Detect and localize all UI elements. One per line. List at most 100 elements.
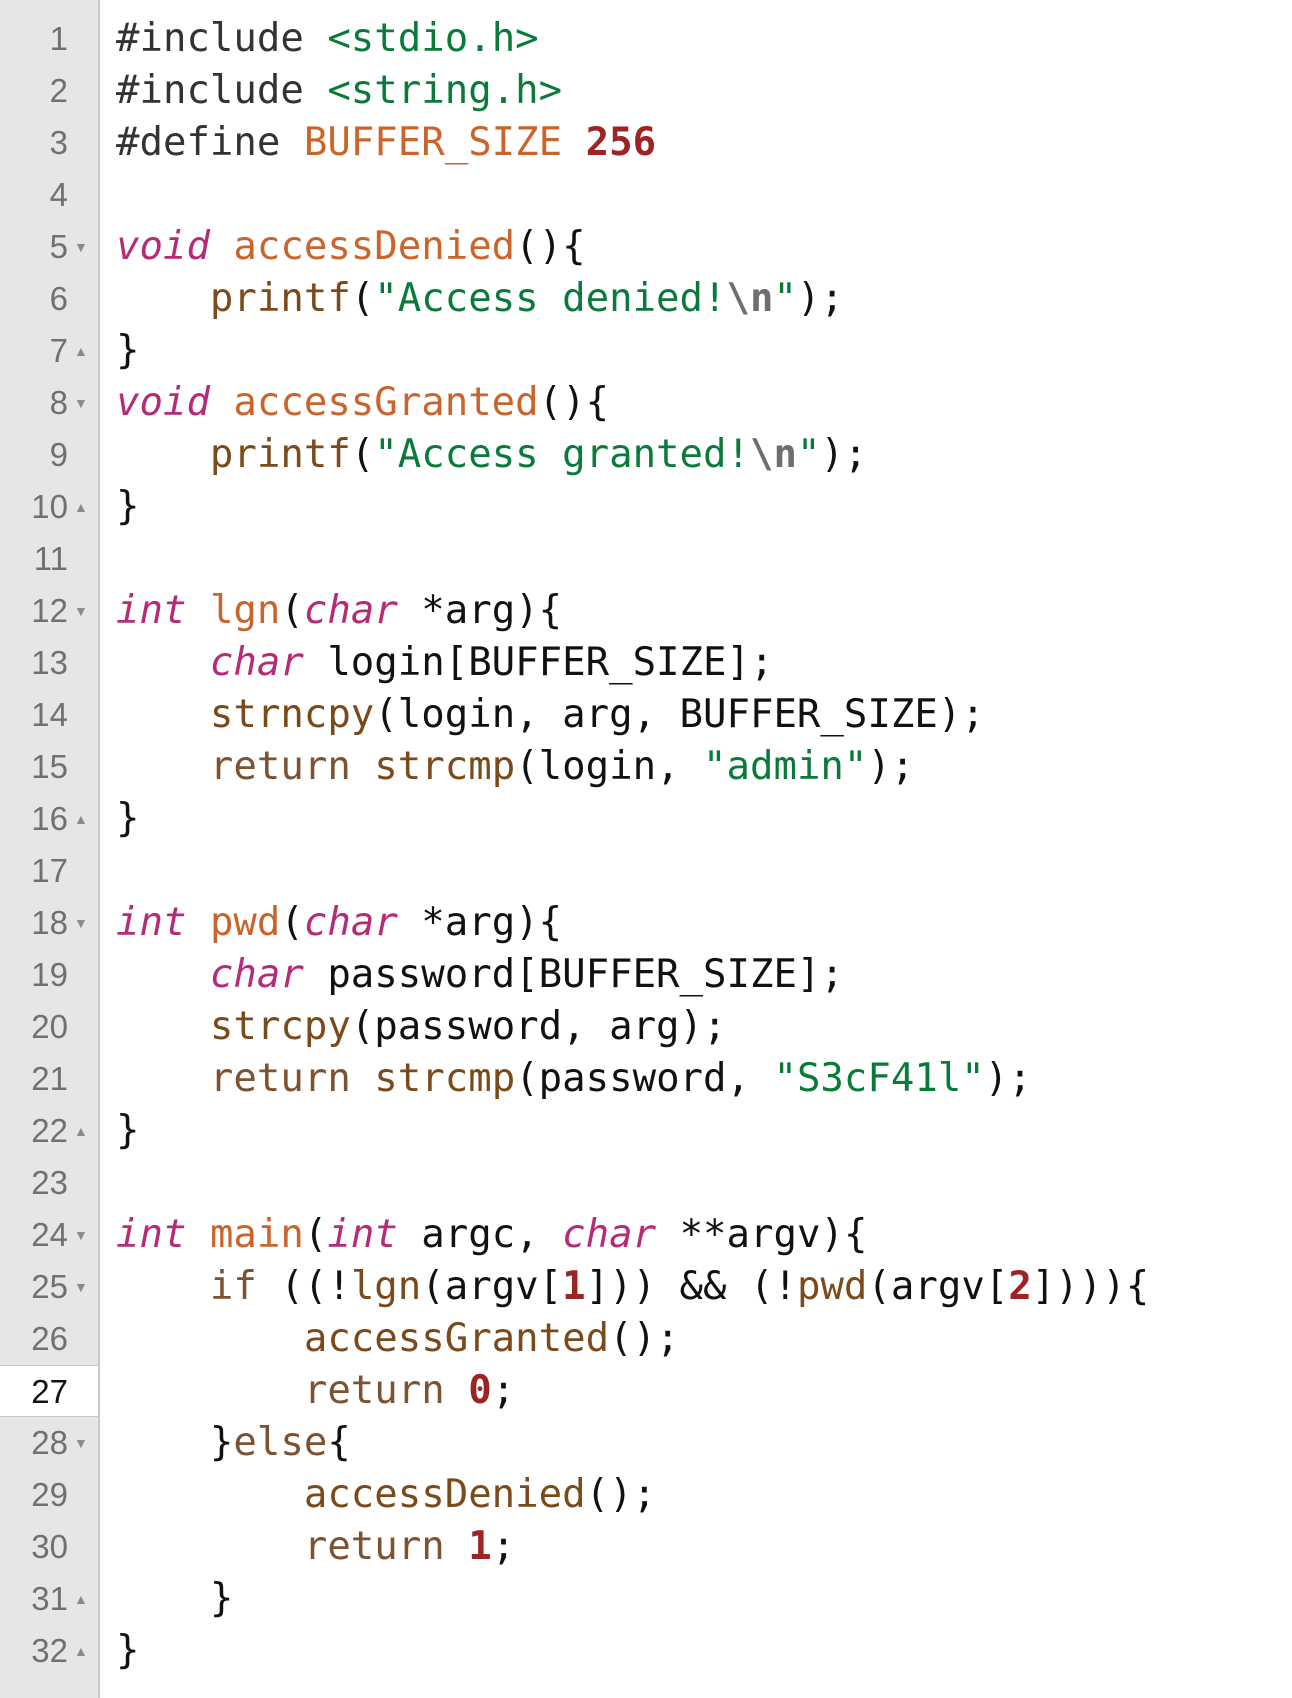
- code-token: }: [116, 1576, 234, 1621]
- code-line[interactable]: 28 ▼ }else{: [0, 1417, 1292, 1469]
- code-text[interactable]: char login[BUFFER_SIZE];: [116, 637, 774, 689]
- code-line[interactable]: 29 accessDenied();: [0, 1469, 1292, 1521]
- code-line[interactable]: 19 char password[BUFFER_SIZE];: [0, 949, 1292, 1001]
- code-line[interactable]: 5 ▼ void accessDenied(){: [0, 221, 1292, 273]
- code-token: (: [280, 588, 304, 633]
- code-lines[interactable]: 1 #include <stdio.h> 2 #include <string.h> 3…: [0, 13, 1292, 1677]
- code-text[interactable]: int pwd(char *arg){: [116, 897, 562, 949]
- code-line[interactable]: 9 printf("Access granted!\n");: [0, 429, 1292, 481]
- code-line[interactable]: 15 return strcmp(login, "admin");: [0, 741, 1292, 793]
- code-line[interactable]: 26 accessGranted();: [0, 1313, 1292, 1365]
- fold-collapse-icon[interactable]: ▼: [74, 1209, 88, 1261]
- code-text[interactable]: }: [116, 325, 139, 377]
- fold-collapse-icon[interactable]: ▼: [74, 585, 88, 637]
- code-editor[interactable]: 1 #include <stdio.h> 2 #include <string.h> 3…: [0, 0, 1292, 1698]
- code-text[interactable]: #define BUFFER_SIZE 256: [116, 117, 656, 169]
- code-text[interactable]: accessDenied();: [116, 1469, 656, 1521]
- code-token: <string.h>: [327, 68, 563, 113]
- line-number: 11: [0, 533, 98, 585]
- code-token: }: [116, 796, 140, 841]
- line-number: 22 ▲: [0, 1105, 98, 1157]
- line-number: 17: [0, 845, 98, 897]
- code-line[interactable]: 31 ▲ }: [0, 1573, 1292, 1625]
- line-number: 15: [0, 741, 98, 793]
- code-text[interactable]: }: [116, 793, 139, 845]
- code-line[interactable]: 24 ▼ int main(int argc, char **argv){: [0, 1209, 1292, 1261]
- code-text[interactable]: if ((!lgn(argv[1])) && (!pwd(argv[2]))){: [116, 1261, 1149, 1313]
- fold-collapse-icon[interactable]: ▼: [74, 221, 88, 273]
- code-token: );: [984, 1056, 1032, 1101]
- code-line[interactable]: 7 ▲}: [0, 325, 1292, 377]
- fold-collapse-icon[interactable]: ▼: [74, 1417, 88, 1469]
- code-text[interactable]: void accessGranted(){: [116, 377, 609, 429]
- code-line[interactable]: 8 ▼ void accessGranted(){: [0, 377, 1292, 429]
- line-number: 7 ▲: [0, 325, 98, 377]
- line-number-text: 24: [31, 1216, 68, 1253]
- code-line[interactable]: 20 strcpy(password, arg);: [0, 1001, 1292, 1053]
- fold-end-icon[interactable]: ▲: [74, 325, 88, 377]
- code-line[interactable]: 3 #define BUFFER_SIZE 256: [0, 117, 1292, 169]
- code-line[interactable]: 14 strncpy(login, arg, BUFFER_SIZE);: [0, 689, 1292, 741]
- code-text[interactable]: accessGranted();: [116, 1313, 680, 1365]
- code-text[interactable]: void accessDenied(){: [116, 221, 586, 273]
- code-line[interactable]: 16 ▲}: [0, 793, 1292, 845]
- line-number-text: 31: [31, 1580, 68, 1617]
- fold-collapse-icon[interactable]: ▼: [74, 897, 88, 949]
- code-text[interactable]: printf("Access denied!\n");: [116, 273, 844, 325]
- code-text[interactable]: }: [116, 1573, 234, 1625]
- code-text[interactable]: char password[BUFFER_SIZE];: [116, 949, 844, 1001]
- code-line[interactable]: 6 printf("Access denied!\n");: [0, 273, 1292, 325]
- code-token: return: [209, 744, 351, 789]
- code-text[interactable]: return strcmp(password, "S3cF41l");: [116, 1053, 1032, 1105]
- fold-end-icon[interactable]: ▲: [74, 1105, 88, 1157]
- code-line[interactable]: 2 #include <string.h>: [0, 65, 1292, 117]
- code-text[interactable]: }: [116, 481, 139, 533]
- code-text[interactable]: int main(int argc, char **argv){: [116, 1209, 867, 1261]
- code-token: strcmp: [374, 744, 516, 789]
- code-text[interactable]: #include <stdio.h>: [116, 13, 539, 65]
- code-text[interactable]: }else{: [116, 1417, 351, 1469]
- fold-end-icon[interactable]: ▲: [74, 1573, 88, 1625]
- fold-end-icon[interactable]: ▲: [74, 793, 88, 845]
- code-text[interactable]: printf("Access granted!\n");: [116, 429, 867, 481]
- code-line[interactable]: 32 ▲}: [0, 1625, 1292, 1677]
- code-line[interactable]: 4: [0, 169, 1292, 221]
- line-number: 21: [0, 1053, 98, 1105]
- code-text[interactable]: return 1;: [116, 1521, 515, 1573]
- code-text[interactable]: strcpy(password, arg);: [116, 1001, 727, 1053]
- code-line[interactable]: 27 return 0;: [0, 1365, 1292, 1417]
- line-number-text: 3: [49, 124, 68, 161]
- code-line[interactable]: 30 return 1;: [0, 1521, 1292, 1573]
- code-token: password[BUFFER_SIZE];: [303, 952, 844, 997]
- code-text[interactable]: }: [116, 1105, 139, 1157]
- line-number-text: 19: [31, 956, 68, 993]
- code-text[interactable]: return strcmp(login, "admin");: [116, 741, 914, 793]
- code-line[interactable]: 25 ▼ if ((!lgn(argv[1])) && (!pwd(argv[2]…: [0, 1261, 1292, 1313]
- code-token: }: [116, 1628, 140, 1673]
- code-line[interactable]: 18 ▼ int pwd(char *arg){: [0, 897, 1292, 949]
- code-line[interactable]: 12 ▼ int lgn(char *arg){: [0, 585, 1292, 637]
- code-line[interactable]: 21 return strcmp(password, "S3cF41l");: [0, 1053, 1292, 1105]
- fold-end-icon[interactable]: ▲: [74, 481, 88, 533]
- code-token: login[BUFFER_SIZE];: [303, 640, 774, 685]
- code-line[interactable]: 22 ▲}: [0, 1105, 1292, 1157]
- code-line[interactable]: 11: [0, 533, 1292, 585]
- code-line[interactable]: 10 ▲}: [0, 481, 1292, 533]
- code-text[interactable]: strncpy(login, arg, BUFFER_SIZE);: [116, 689, 985, 741]
- code-text[interactable]: int lgn(char *arg){: [116, 585, 562, 637]
- code-line[interactable]: 17: [0, 845, 1292, 897]
- code-text[interactable]: #include <string.h>: [116, 65, 562, 117]
- code-line[interactable]: 23: [0, 1157, 1292, 1209]
- code-token: (: [350, 432, 375, 477]
- code-token: {: [327, 1420, 351, 1465]
- code-text[interactable]: return 0;: [116, 1365, 515, 1417]
- fold-end-icon[interactable]: ▲: [74, 1625, 88, 1677]
- code-token: #include: [116, 16, 328, 61]
- code-line[interactable]: 13 char login[BUFFER_SIZE];: [0, 637, 1292, 689]
- fold-collapse-icon[interactable]: ▼: [74, 377, 88, 429]
- code-line[interactable]: 1 #include <stdio.h>: [0, 13, 1292, 65]
- fold-collapse-icon[interactable]: ▼: [74, 1261, 88, 1313]
- code-text[interactable]: }: [116, 1625, 139, 1677]
